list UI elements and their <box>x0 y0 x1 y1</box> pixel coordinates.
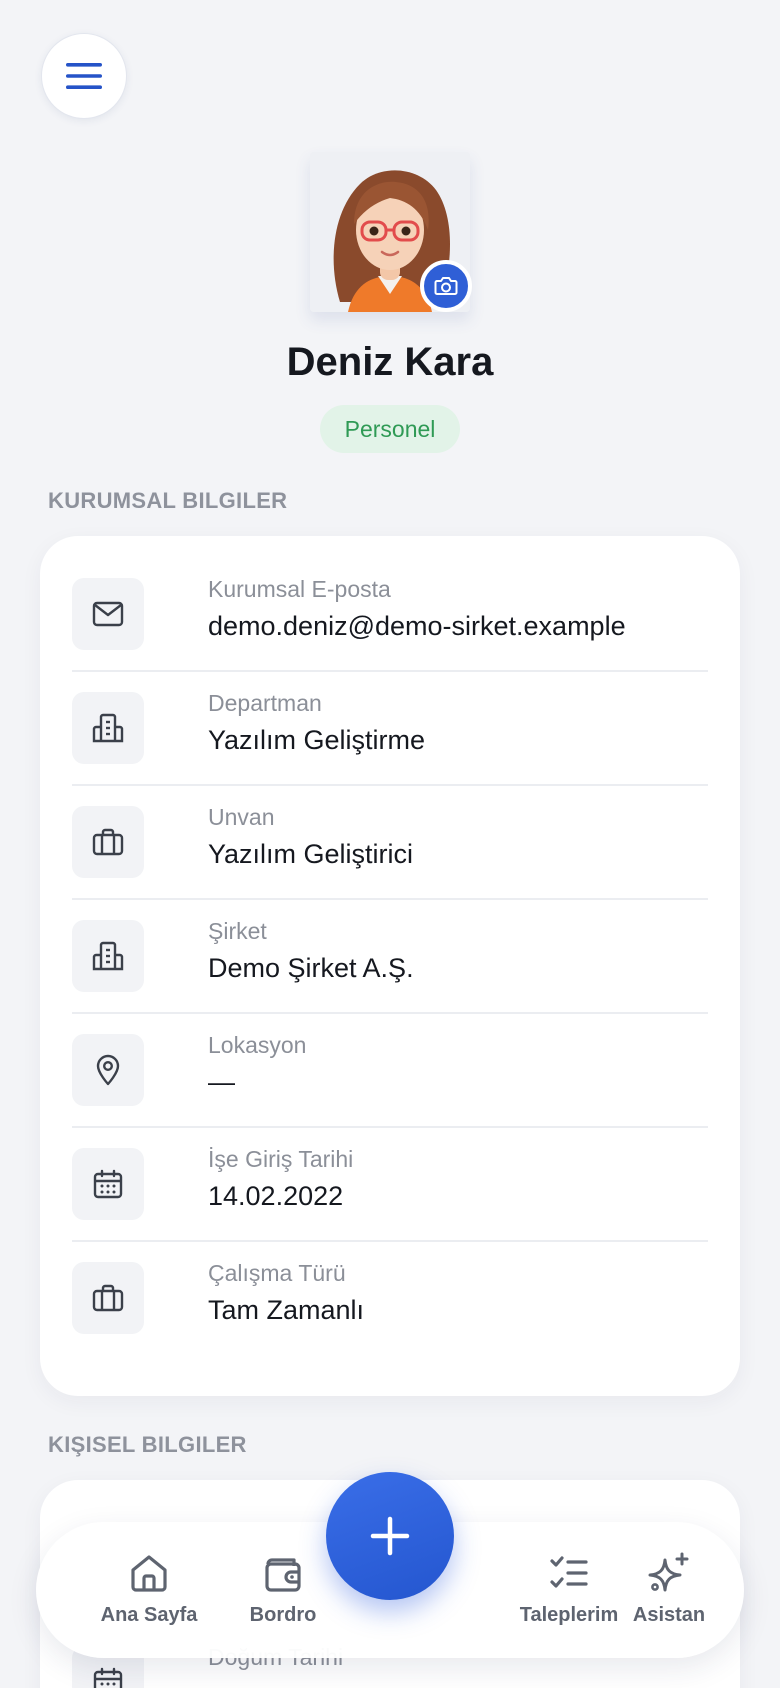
building-icon <box>92 713 124 743</box>
section-title-personal: KIŞISEL BILGILER <box>48 1432 247 1457</box>
field-label: Unvan <box>208 804 275 830</box>
home-icon <box>131 1555 167 1592</box>
wallet-icon <box>265 1558 301 1592</box>
field-label: Lokasyon <box>208 1032 307 1058</box>
corporate-info-card: Kurumsal E-posta demo.deniz@demo-sirket.… <box>40 536 740 1396</box>
info-row-email: Kurumsal E-posta demo.deniz@demo-sirket.… <box>72 558 708 672</box>
sparkles-icon <box>648 1552 689 1592</box>
hamburger-menu-icon <box>66 63 102 89</box>
map-pin-icon <box>96 1054 120 1086</box>
info-row-start-date: İşe Giriş Tarihi 14.02.2022 <box>72 1128 708 1242</box>
field-label: Departman <box>208 690 322 716</box>
nav-label: Asistan <box>632 1604 706 1626</box>
field-value: — <box>208 1067 235 1097</box>
mail-icon <box>92 601 124 627</box>
menu-button[interactable] <box>41 33 127 119</box>
nav-home[interactable]: Ana Sayfa <box>84 1552 214 1642</box>
nav-label: Ana Sayfa <box>100 1604 198 1626</box>
info-row-department: Departman Yazılım Geliştirme <box>72 672 708 786</box>
section-title-corporate: KURUMSAL BILGILER <box>48 488 288 513</box>
field-label: Şirket <box>208 918 267 944</box>
field-label: Çalışma Türü <box>208 1260 346 1286</box>
field-value: 14.02.2022 <box>208 1181 344 1211</box>
add-button[interactable] <box>326 1472 454 1600</box>
field-value: Yazılım Geliştirici <box>208 839 414 869</box>
info-row-company: Şirket Demo Şirket A.Ş. <box>72 900 708 1014</box>
field-value: demo.deniz@demo-sirket.example <box>208 611 626 641</box>
profile-screen: Deniz Kara Personel KURUMSAL BILGILER Ku… <box>0 0 780 1688</box>
info-row-location: Lokasyon — <box>72 1014 708 1128</box>
avatar-container <box>310 152 472 312</box>
field-label: İşe Giriş Tarihi <box>208 1146 354 1172</box>
field-label: Kurumsal E-posta <box>208 576 391 602</box>
nav-assistant[interactable]: Asistan <box>604 1552 734 1642</box>
briefcase-icon <box>92 1284 124 1312</box>
field-value: Yazılım Geliştirme <box>208 725 426 755</box>
building-icon <box>92 941 124 971</box>
info-row-work-type: Çalışma Türü Tam Zamanlı <box>72 1242 708 1356</box>
plus-icon <box>370 1516 410 1556</box>
field-value: Demo Şirket A.Ş. <box>208 953 414 983</box>
briefcase-icon <box>92 828 124 856</box>
change-photo-button[interactable] <box>420 260 472 312</box>
role-badge: Personel <box>320 405 460 453</box>
nav-label: Bordro <box>249 1604 317 1626</box>
info-row-title: Unvan Yazılım Geliştirici <box>72 786 708 900</box>
camera-icon <box>434 277 458 295</box>
nav-payroll[interactable]: Bordro <box>218 1552 348 1642</box>
field-value: Tam Zamanlı <box>208 1295 365 1325</box>
checklist-icon <box>550 1556 588 1588</box>
calendar-icon <box>93 1169 123 1199</box>
calendar-icon <box>93 1667 123 1688</box>
user-name: Deniz Kara <box>286 340 494 384</box>
